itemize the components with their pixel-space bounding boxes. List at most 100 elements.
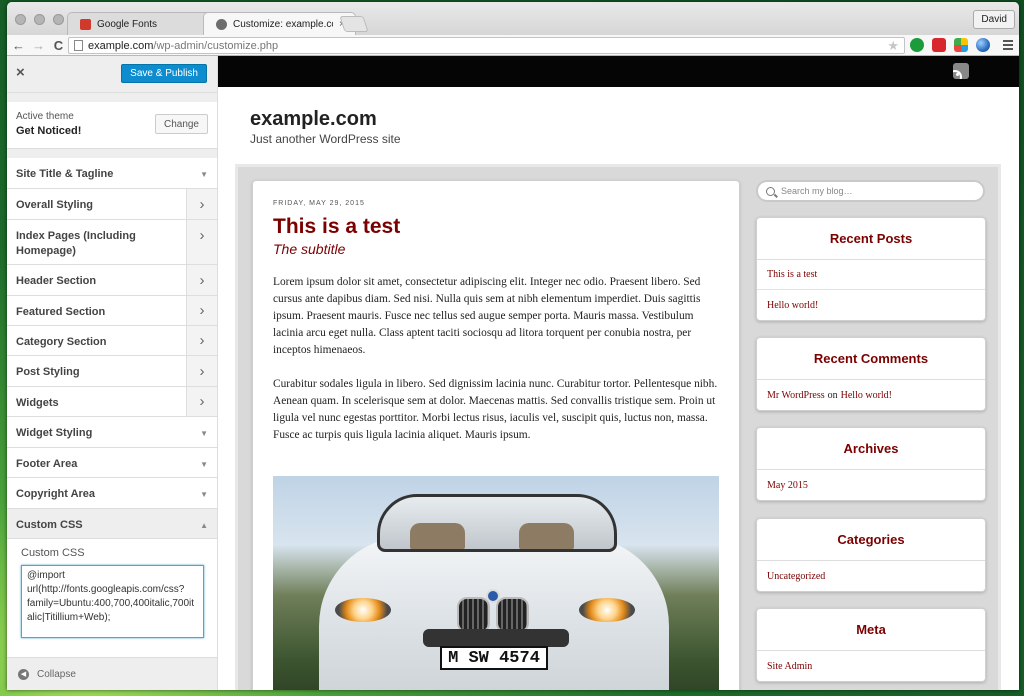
url-host: example.com	[88, 39, 154, 52]
car-badge	[486, 589, 500, 603]
reload-button[interactable]: C	[50, 38, 67, 53]
section-copyright-area[interactable]: Copyright Area ▼	[7, 478, 217, 509]
customizer-header: × Save & Publish	[7, 56, 217, 93]
widget-title: Recent Comments	[757, 338, 985, 380]
custom-css-control: Custom CSS @import url(http://fonts.goog…	[7, 539, 217, 657]
save-publish-button[interactable]: Save & Publish	[121, 64, 207, 83]
comment-on-text: on	[827, 389, 838, 401]
blog-search-input[interactable]: Search my blog…	[756, 180, 985, 202]
bookmark-star-icon[interactable]: ★	[887, 38, 899, 54]
tab-strip: Google Fonts × Customize: example.com | …	[7, 2, 1019, 35]
chevron-right-icon: ›	[186, 189, 217, 219]
section-label: Custom CSS	[16, 519, 83, 531]
section-label: Index Pages (Including Homepage)	[16, 230, 136, 257]
section-label: Widgets	[16, 397, 59, 409]
search-icon	[766, 186, 775, 196]
post-paragraph: Curabitur sodales ligula in libero. Sed …	[273, 378, 718, 441]
section-footer-area[interactable]: Footer Area ▼	[7, 448, 217, 478]
widget-meta: Meta Site Admin	[756, 608, 986, 682]
car-grille	[496, 597, 529, 633]
section-post-styling[interactable]: Post Styling ›	[7, 356, 217, 387]
section-index-pages[interactable]: Index Pages (Including Homepage) ›	[7, 220, 217, 265]
active-theme-box: Active theme Get Noticed! Change	[7, 102, 217, 149]
category-link[interactable]: Uncategorized	[757, 561, 985, 591]
license-plate: M SW 4574	[440, 646, 548, 670]
car-headlight	[335, 598, 391, 622]
caret-down-icon: ▼	[200, 490, 208, 499]
comment-post-link[interactable]: Hello world!	[841, 390, 892, 401]
address-bar[interactable]: example.com/wp-admin/customize.php ★	[68, 37, 905, 54]
meta-link[interactable]: Site Admin	[757, 651, 985, 681]
minimize-window-button[interactable]	[34, 14, 45, 25]
section-widget-styling[interactable]: Widget Styling ▼	[7, 417, 217, 448]
caret-up-icon: ▲	[200, 521, 208, 530]
pinwheel-icon[interactable]	[954, 38, 968, 52]
browser-window: Google Fonts × Customize: example.com | …	[7, 2, 1019, 690]
section-header[interactable]: Header Section ›	[7, 265, 217, 296]
close-customizer-icon[interactable]: ×	[16, 64, 25, 81]
post-title[interactable]: This is a test	[273, 215, 400, 239]
recent-post-link[interactable]: This is a test	[757, 260, 985, 290]
section-featured[interactable]: Featured Section ›	[7, 296, 217, 326]
close-window-button[interactable]	[15, 14, 26, 25]
caret-down-icon: ▼	[200, 170, 208, 179]
section-overall-styling[interactable]: Overall Styling ›	[7, 189, 217, 220]
url-path: /wp-admin/customize.php	[153, 39, 279, 52]
collapse-arrow-icon: ◀	[18, 668, 29, 680]
profile-button[interactable]: David	[973, 10, 1015, 29]
chevron-right-icon: ›	[186, 220, 217, 264]
globe-icon[interactable]	[976, 38, 990, 52]
section-label: Site Title & Tagline	[16, 168, 114, 180]
window-controls	[15, 14, 64, 25]
archive-link[interactable]: May 2015	[757, 470, 985, 500]
section-label: Category Section	[16, 336, 107, 348]
forward-button[interactable]: →	[30, 38, 47, 53]
puzzle-icon[interactable]	[932, 38, 946, 52]
back-button[interactable]: ←	[10, 38, 27, 53]
change-theme-button[interactable]: Change	[154, 114, 208, 134]
section-category[interactable]: Category Section ›	[7, 326, 217, 356]
active-theme-name: Get Noticed!	[16, 125, 82, 137]
rss-icon[interactable]	[953, 63, 969, 79]
custom-css-textarea[interactable]: @import url(http://fonts.googleapis.com/…	[21, 565, 204, 638]
widget-recent-posts: Recent Posts This is a test Hello world!	[756, 217, 986, 321]
chevron-right-icon: ›	[186, 356, 217, 386]
section-custom-css[interactable]: Custom CSS ▲	[7, 509, 217, 539]
tab-customize[interactable]: Customize: example.com | ×	[203, 12, 356, 35]
active-theme-label: Active theme	[16, 111, 74, 122]
custom-css-label: Custom CSS	[21, 547, 85, 559]
section-label: Copyright Area	[16, 488, 96, 500]
page-icon	[74, 40, 83, 51]
zoom-window-button[interactable]	[53, 14, 64, 25]
chevron-right-icon: ›	[186, 265, 217, 295]
car-seat	[519, 523, 574, 549]
collapse-sidebar-button[interactable]: ◀ Collapse	[7, 657, 217, 690]
post-card: FRIDAY, MAY 29, 2015 This is a test The …	[252, 180, 740, 690]
hangouts-icon[interactable]	[910, 38, 924, 52]
chrome-menu-icon[interactable]	[1003, 40, 1013, 52]
widget-recent-comments: Recent Comments Mr WordPress on Hello wo…	[756, 337, 986, 411]
section-site-title[interactable]: Site Title & Tagline ▼	[7, 158, 217, 189]
caret-down-icon: ▼	[200, 429, 208, 438]
wordpress-favicon-icon	[216, 18, 227, 30]
tab-google-fonts[interactable]: Google Fonts ×	[67, 12, 220, 35]
section-label: Featured Section	[16, 306, 106, 318]
recent-post-link[interactable]: Hello world!	[757, 290, 985, 320]
toolbar: ← → C example.com/wp-admin/customize.php…	[7, 35, 1019, 56]
site-preview: example.com Just another WordPress site …	[218, 56, 1019, 690]
chevron-right-icon: ›	[186, 326, 217, 355]
widget-title: Archives	[757, 428, 985, 470]
caret-down-icon: ▼	[200, 460, 208, 469]
new-tab-button[interactable]	[339, 16, 369, 32]
site-title[interactable]: example.com	[250, 108, 377, 131]
comment-author-link[interactable]: Mr WordPress	[767, 390, 825, 401]
post-paragraph: Lorem ipsum dolor sit amet, consectetur …	[273, 276, 701, 356]
section-label: Overall Styling	[16, 199, 94, 211]
tab-label: Customize: example.com |	[233, 18, 333, 30]
car-intake	[423, 629, 569, 647]
widget-title: Categories	[757, 519, 985, 561]
chevron-right-icon: ›	[186, 387, 217, 416]
section-widgets[interactable]: Widgets ›	[7, 387, 217, 417]
widget-archives: Archives May 2015	[756, 427, 986, 501]
post-date: FRIDAY, MAY 29, 2015	[273, 200, 365, 207]
